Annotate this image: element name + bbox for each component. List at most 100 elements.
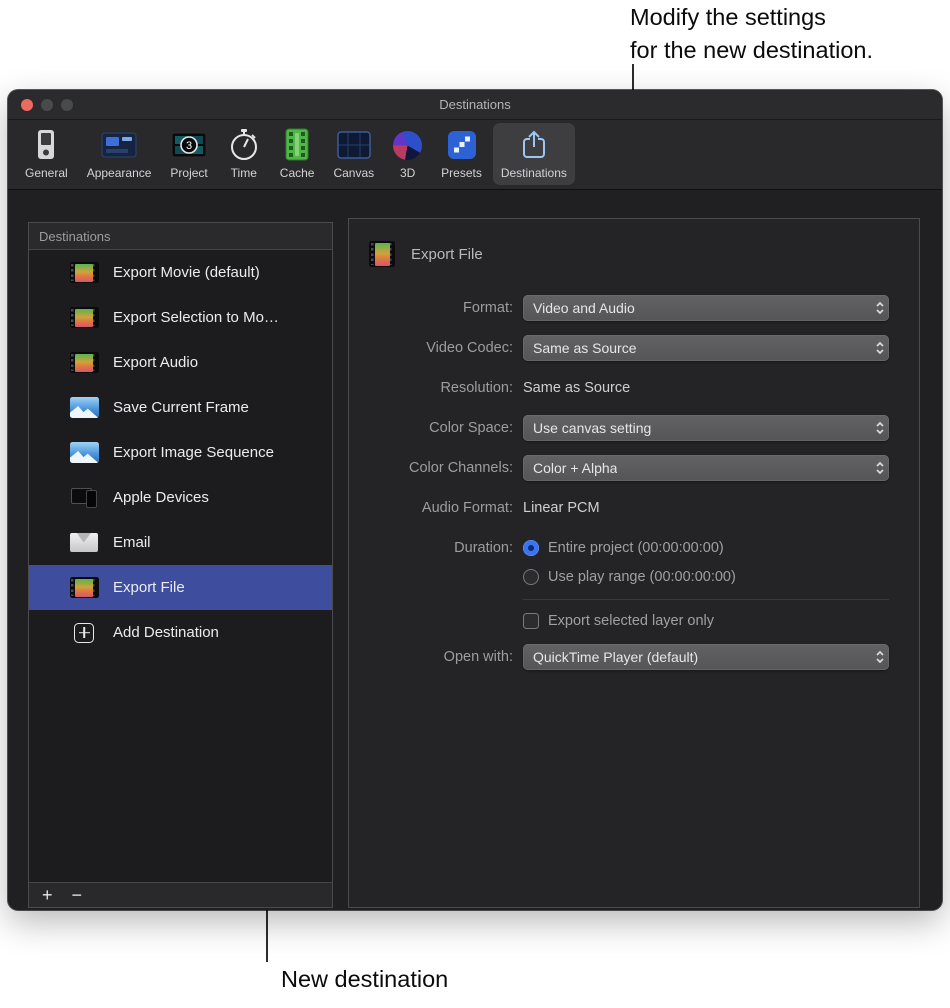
toolbar-label: Cache: [280, 166, 315, 180]
toolbar-label: Presets: [441, 166, 482, 180]
canvas-icon: [336, 128, 372, 162]
duration-label: Duration:: [349, 535, 513, 561]
toolbar-item-canvas[interactable]: Canvas: [325, 123, 382, 185]
minimize-button[interactable]: [41, 99, 53, 111]
toolbar-item-presets[interactable]: Presets: [433, 123, 490, 185]
sidebar-item-label: Add Destination: [113, 624, 219, 641]
sphere-icon: [393, 128, 422, 162]
preferences-toolbar: General Appearance 3 Project Time Cache: [8, 120, 942, 190]
window-title: Destinations: [439, 97, 511, 112]
appearance-icon: [101, 128, 137, 162]
filmstrip-icon: [70, 307, 99, 328]
general-icon: [33, 128, 59, 162]
toolbar-item-cache[interactable]: Cache: [272, 123, 323, 185]
audio-format-value: Linear PCM: [523, 495, 600, 521]
sidebar-item-email[interactable]: Email: [29, 520, 332, 565]
plus-square-icon: [74, 623, 94, 643]
sidebar-item-add-destination[interactable]: Add Destination: [29, 610, 332, 655]
toolbar-item-general[interactable]: General: [17, 123, 76, 185]
duration-play-range-option[interactable]: Use play range (00:00:00:00): [523, 564, 736, 590]
checkbox-unchecked-icon[interactable]: [523, 613, 539, 629]
divider: [523, 599, 889, 600]
svg-text:3: 3: [186, 140, 192, 152]
color-channels-popup[interactable]: Color + Alpha: [523, 455, 889, 481]
stopwatch-icon: [227, 128, 261, 162]
panel-title: Export File: [411, 246, 483, 263]
video-codec-label: Video Codec:: [349, 335, 513, 361]
sidebar-item-label: Export Image Sequence: [113, 444, 274, 461]
add-destination-button[interactable]: +: [42, 886, 53, 904]
close-button[interactable]: [21, 99, 33, 111]
destinations-list: Export Movie (default) Export Selection …: [29, 250, 332, 882]
sidebar-footer: + −: [29, 882, 332, 907]
popup-chevrons-icon: [874, 339, 886, 362]
sidebar-item-apple-devices[interactable]: Apple Devices: [29, 475, 332, 520]
sidebar-item-label: Apple Devices: [113, 489, 209, 506]
color-space-popup[interactable]: Use canvas setting: [523, 415, 889, 441]
presets-icon: [447, 128, 477, 162]
toolbar-label: 3D: [400, 166, 415, 180]
sidebar-item-export-audio[interactable]: Export Audio: [29, 340, 332, 385]
titlebar[interactable]: Destinations: [8, 90, 942, 120]
export-file-icon: [369, 241, 395, 267]
export-file-settings-panel: Export File Format: Video and Audio Vide…: [348, 218, 920, 908]
toolbar-item-time[interactable]: Time: [219, 123, 269, 185]
format-label: Format:: [349, 295, 513, 321]
filmstrip-icon: [70, 352, 99, 373]
filmstrip-icon: [70, 262, 99, 283]
format-popup[interactable]: Video and Audio: [523, 295, 889, 321]
sidebar-item-label: Save Current Frame: [113, 399, 249, 416]
toolbar-label: Canvas: [333, 166, 374, 180]
sidebar-item-label: Email: [113, 534, 151, 551]
toolbar-label: Project: [170, 166, 207, 180]
devices-icon: [70, 487, 99, 508]
cache-icon: [283, 128, 311, 162]
photo-icon: [70, 442, 99, 463]
preferences-window: Destinations General Appearance 3 Projec…: [8, 90, 942, 910]
popup-chevrons-icon: [874, 299, 886, 322]
duration-entire-project-option[interactable]: Entire project (00:00:00:00): [523, 535, 724, 561]
callout-top-text: Modify the settings for the new destinat…: [630, 1, 873, 67]
video-codec-popup[interactable]: Same as Source: [523, 335, 889, 361]
color-space-label: Color Space:: [349, 415, 513, 441]
toolbar-item-appearance[interactable]: Appearance: [79, 123, 160, 185]
filmstrip-icon: [70, 577, 99, 598]
sidebar-item-export-selection[interactable]: Export Selection to Mo…: [29, 295, 332, 340]
sidebar-item-label: Export Movie (default): [113, 264, 260, 281]
toolbar-label: Destinations: [501, 166, 567, 180]
sidebar-item-label: Export Selection to Mo…: [113, 309, 279, 326]
popup-chevrons-icon: [874, 419, 886, 442]
sidebar-item-save-current-frame[interactable]: Save Current Frame: [29, 385, 332, 430]
resolution-label: Resolution:: [349, 375, 513, 401]
sidebar-header: Destinations: [29, 223, 332, 250]
remove-destination-button[interactable]: −: [72, 886, 83, 904]
export-selected-layer-option[interactable]: Export selected layer only: [523, 608, 714, 634]
resolution-value: Same as Source: [523, 375, 630, 401]
sidebar-item-export-file[interactable]: Export File: [29, 565, 332, 610]
zoom-button[interactable]: [61, 99, 73, 111]
toolbar-label: Time: [231, 166, 257, 180]
toolbar-label: General: [25, 166, 68, 180]
toolbar-item-destinations[interactable]: Destinations: [493, 123, 575, 185]
open-with-popup[interactable]: QuickTime Player (default): [523, 644, 889, 670]
callout-bottom-text: New destination: [281, 963, 448, 996]
envelope-icon: [70, 533, 98, 552]
popup-chevrons-icon: [874, 648, 886, 671]
open-with-label: Open with:: [349, 644, 513, 670]
radio-unselected-icon[interactable]: [523, 569, 539, 585]
popup-chevrons-icon: [874, 459, 886, 482]
audio-format-label: Audio Format:: [349, 495, 513, 521]
toolbar-item-project[interactable]: 3 Project: [162, 123, 215, 185]
toolbar-label: Appearance: [87, 166, 152, 180]
sidebar-item-label: Export Audio: [113, 354, 198, 371]
photo-icon: [70, 397, 99, 418]
sidebar-item-label: Export File: [113, 579, 185, 596]
destinations-sidebar: Destinations Export Movie (default) Expo…: [28, 222, 333, 908]
sidebar-item-export-movie[interactable]: Export Movie (default): [29, 250, 332, 295]
project-icon: 3: [171, 128, 207, 162]
sidebar-item-export-image-sequence[interactable]: Export Image Sequence: [29, 430, 332, 475]
radio-selected-icon[interactable]: [523, 540, 539, 556]
share-icon: [517, 128, 551, 162]
color-channels-label: Color Channels:: [349, 455, 513, 481]
toolbar-item-3d[interactable]: 3D: [385, 123, 430, 185]
